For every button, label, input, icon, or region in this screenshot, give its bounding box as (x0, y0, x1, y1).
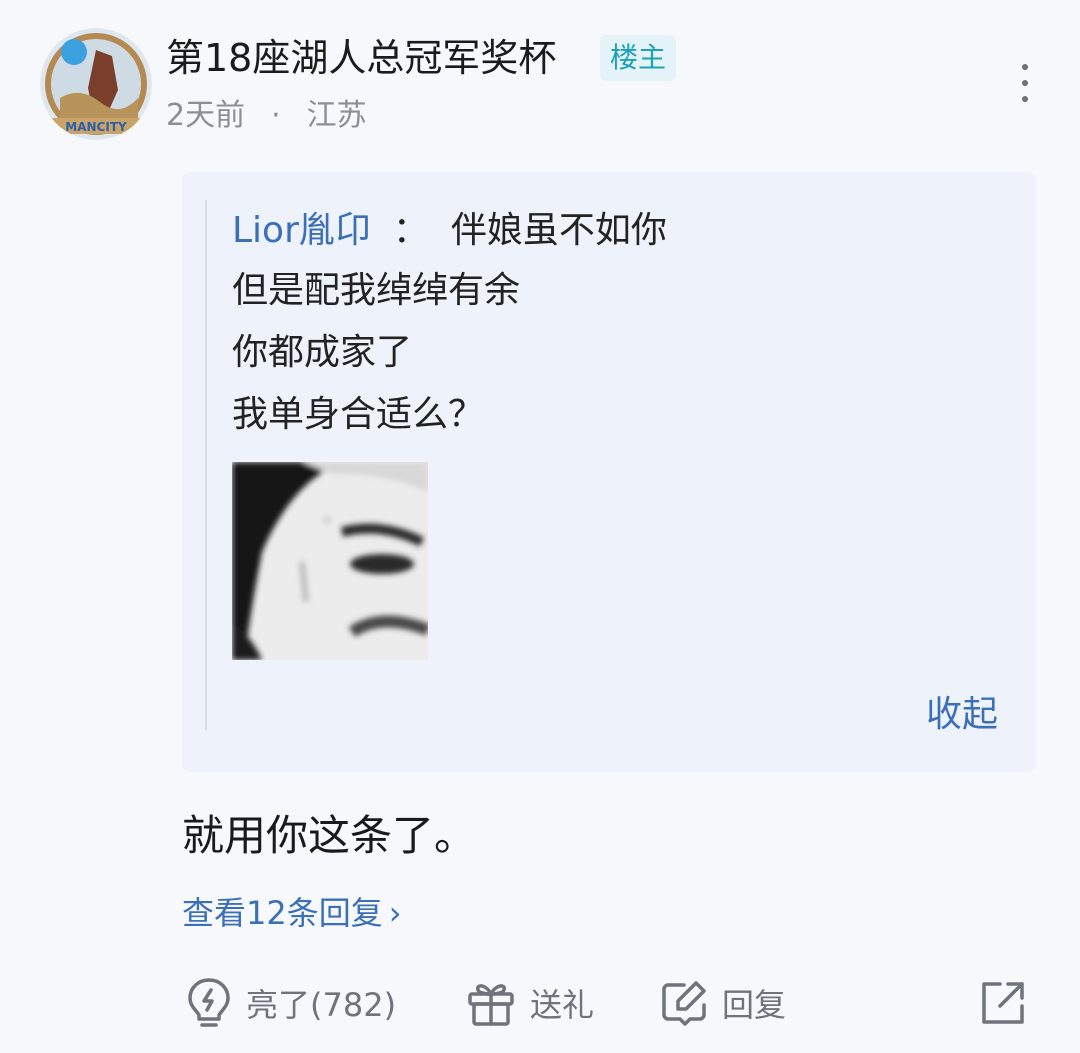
view-replies-label: 查看12条回复 (182, 894, 383, 932)
quote-line-3: 你都成家了 (232, 332, 413, 373)
svg-text:MANCITY: MANCITY (65, 120, 127, 134)
lightbulb-icon (186, 976, 232, 1030)
meta-separator: · (271, 98, 281, 133)
share-button[interactable] (978, 974, 1028, 1032)
gift-icon (466, 978, 516, 1028)
chevron-right-icon: › (388, 894, 402, 932)
gift-label: 送礼 (530, 986, 595, 1024)
username[interactable]: 第18座湖人总冠军奖杯 (166, 34, 556, 82)
quote-author[interactable]: Lior胤卬 (232, 210, 371, 251)
quote-divider (205, 200, 207, 730)
quote-colon: ： (392, 210, 429, 251)
share-icon (978, 978, 1028, 1028)
edit-icon (660, 979, 708, 1027)
view-replies-link[interactable]: 查看12条回复 › (182, 890, 402, 936)
op-badge: 楼主 (600, 35, 677, 81)
like-label: 亮了(782) (246, 986, 397, 1024)
post-location: 江苏 (306, 98, 367, 133)
vertical-ellipsis-icon (1022, 64, 1028, 70)
user-avatar[interactable]: MANCITY (40, 28, 152, 140)
reply-button[interactable]: 回复 (660, 974, 786, 1032)
comment-text: 就用你这条了。 (182, 811, 477, 860)
quote-line-1: 伴娘虽不如你 (450, 210, 667, 251)
like-button[interactable]: 亮了(782) (186, 974, 396, 1032)
quote-line-2: 但是配我绰绰有余 (232, 270, 521, 311)
face-meme-image[interactable] (232, 462, 431, 660)
quote-first-line: Lior胤卬 ： 伴娘虽不如你 (232, 206, 667, 256)
post-time: 2天前 (166, 98, 246, 133)
collapse-button[interactable]: 收起 (926, 690, 998, 740)
more-options-button[interactable] (1010, 58, 1040, 108)
quote-line-4: 我单身合适么？ (232, 394, 485, 435)
gift-button[interactable]: 送礼 (466, 974, 594, 1032)
post-meta: 2天前 · 江苏 (166, 96, 367, 136)
reply-label: 回复 (722, 986, 787, 1024)
